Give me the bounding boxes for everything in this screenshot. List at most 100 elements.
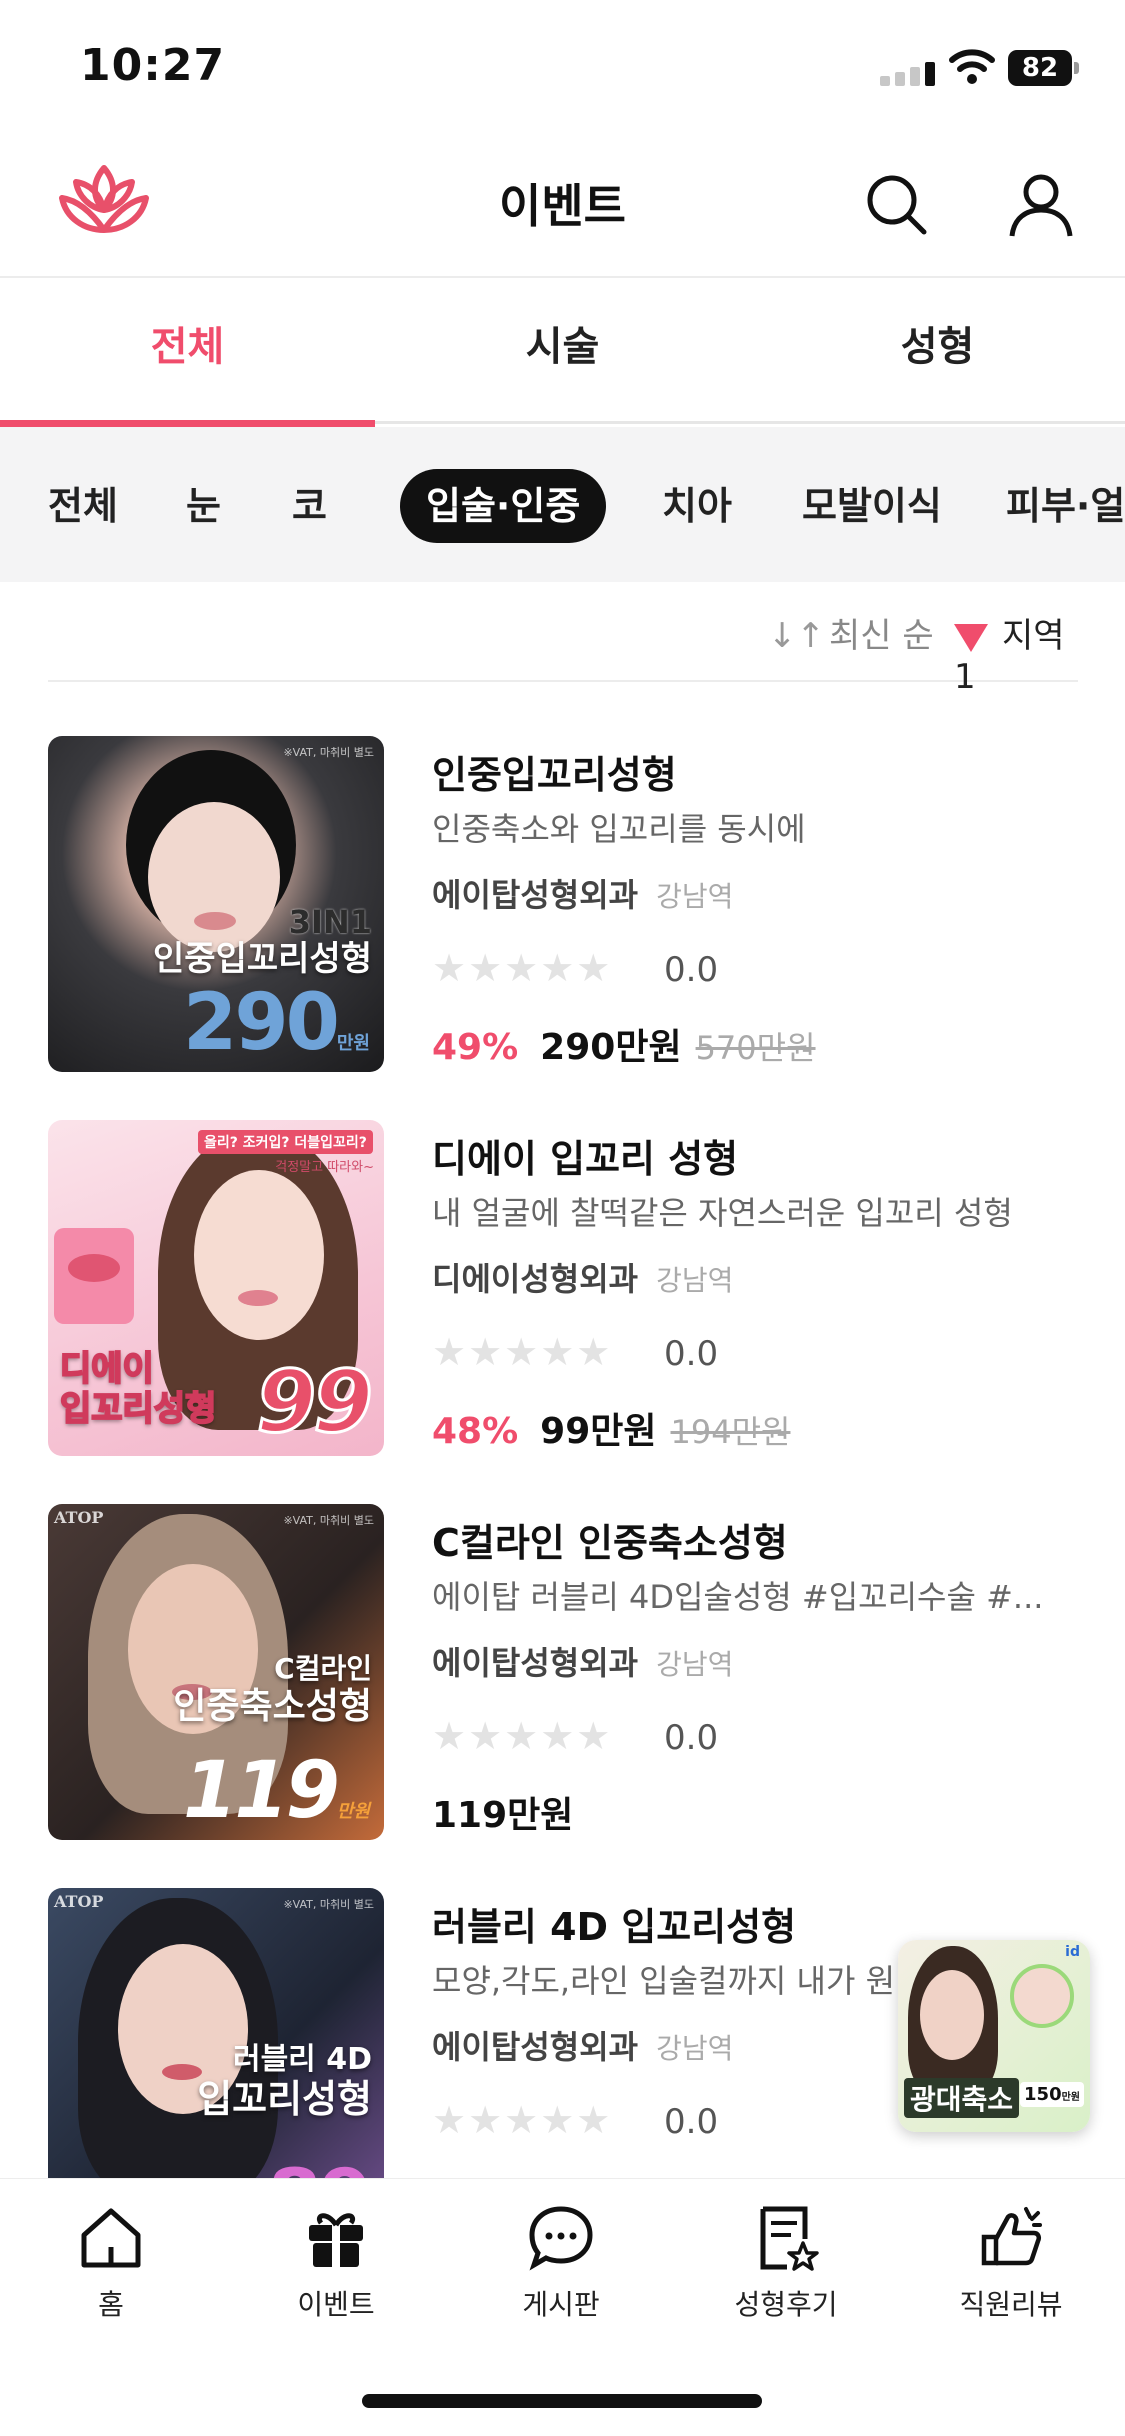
sort-latest-label: 최신 순 [828,616,934,656]
banner-caption: 광대축소 [904,2078,1020,2118]
star-rating-icon: ★★★★★ [432,1330,613,1374]
status-bar: 10:27 82 [0,0,1125,140]
nav-staff-review[interactable]: 직원리뷰 [921,2203,1101,2323]
category-chip-teeth[interactable]: 치아 [662,469,732,543]
sale-price: 99만원 [540,1411,657,1452]
tab-all[interactable]: 전체 [0,280,375,427]
clinic-name: 에이탑성형외과 강남역 [432,876,734,914]
filter-funnel-icon [954,623,988,652]
category-chip-all[interactable]: 전체 [48,469,118,543]
price-row: 49% 290만원 570만원 [432,1018,816,1070]
wifi-icon [949,49,995,84]
sale-price: 290만원 [540,1027,682,1068]
clinic-name: 에이탑성형외과 강남역 [432,1644,734,1682]
rating-value: 0.0 [664,1334,719,1374]
nav-home[interactable]: 홈 [21,2203,201,2323]
discount-rate: 49% [432,1027,519,1068]
chat-bubble-icon [529,2206,593,2271]
sale-price: 119만원 [432,1795,574,1836]
event-thumbnail: ※VAT, 마취비 별도 3IN1 인중입꼬리성형 290만원 [48,736,384,1072]
thumb-note: ※VAT, 마취비 별도 [283,746,374,759]
page-title: 이벤트 [499,179,626,233]
banner-price: 150만원 [1020,2082,1084,2107]
battery-icon: 82 [1008,50,1080,86]
profile-icon[interactable] [1006,170,1076,240]
gift-icon [309,2213,363,2267]
thumb-brand: ATOP [54,1892,104,1911]
thumbs-up-icon [981,2207,1042,2266]
category-filter-bar: 전체 눈 코 입술·인중 치아 모발이식 피부·얼굴 [0,427,1125,582]
rating-value: 0.0 [664,1718,719,1758]
home-icon [81,2208,141,2268]
tab-procedure[interactable]: 시술 [375,280,750,424]
thumb-question: 올리? 조커입? 더블입꼬리? [198,1130,373,1154]
nav-review[interactable]: 성형후기 [696,2203,876,2323]
thumb-sub: 걱정말고 따라와~ [275,1160,374,1175]
review-doc-icon [760,2206,819,2271]
station-label: 강남역 [656,880,734,913]
nav-board-label: 게시판 [522,2288,600,2321]
station-label: 강남역 [656,2032,734,2065]
sort-latest-button[interactable]: ↓↑ 최신 순 [768,608,934,657]
thumb-caption-line1: C컬라인 [274,1652,372,1685]
nav-board[interactable]: 게시판 [471,2203,651,2323]
event-item[interactable]: 올리? 조커입? 더블입꼬리? 걱정말고 따라와~ 디에이 입꼬리성형 99 디… [0,1084,1125,1468]
event-description: 인중축소와 입꼬리를 동시에 [432,810,806,848]
event-item[interactable]: ※VAT, 마취비 별도 3IN1 인중입꼬리성형 290만원 인중입꼬리성형 … [0,700,1125,1084]
original-price: 194만원 [670,1413,791,1451]
star-rating-icon: ★★★★★ [432,2098,613,2142]
star-rating-icon: ★★★★★ [432,946,613,990]
event-title: 러블리 4D 입꼬리성형 [432,1905,797,1949]
thumb-price: 119만원 [183,1746,370,1836]
event-description: 내 얼굴에 찰떡같은 자연스러운 입꼬리 성형 [432,1194,1013,1232]
thumb-note: ※VAT, 마취비 별도 [283,1898,374,1911]
rating-value: 0.0 [664,2102,719,2142]
category-chip-lips[interactable]: 입술·인중 [400,469,607,543]
nav-event[interactable]: 이벤트 [246,2203,426,2323]
station-label: 강남역 [656,1648,734,1681]
event-item[interactable]: ATOP ※VAT, 마취비 별도 C컬라인 인중축소성형 119만원 C컬라인… [0,1468,1125,1852]
price-row: 48% 99만원 194만원 [432,1402,790,1454]
banner-brand: id [1065,1944,1080,1960]
category-chip-eyes[interactable]: 눈 [186,469,221,543]
event-title: 인중입꼬리성형 [432,753,677,797]
status-time: 10:27 [80,40,226,91]
thumb-caption-line2: 입꼬리성형 [59,1389,217,1429]
category-chip-hair-transplant[interactable]: 모발이식 [802,469,942,543]
event-description: 에이탑 러블리 4D입술성형 #입꼬리수술 #... [432,1578,1044,1616]
floating-promo-banner[interactable]: id 광대축소 150만원 [898,1940,1090,2132]
search-icon[interactable] [862,170,932,240]
cellular-signal-icon [880,60,936,86]
thumb-caption-line2: 입꼬리성형 [197,2077,372,2121]
main-tabs: 전체 시술 성형 [0,280,1125,427]
sort-filter-row: ↓↑ 최신 순 지역1 [48,582,1078,697]
thumb-price: 290만원 [183,978,370,1068]
nav-event-label: 이벤트 [297,2288,375,2321]
event-title: 디에이 입꼬리 성형 [432,1137,739,1181]
home-indicator[interactable] [362,2394,762,2408]
region-filter-button[interactable]: 지역1 [954,608,1078,697]
rating-value: 0.0 [664,950,719,990]
thumb-caption-line1: 디에이 [59,1349,155,1389]
thumb-brand: ATOP [54,1508,104,1527]
app-header: 이벤트 [0,140,1125,278]
nav-review-label: 성형후기 [734,2288,838,2321]
thumb-price: 99 [255,1351,375,1454]
category-chip-nose[interactable]: 코 [292,469,327,543]
clinic-name: 디에이성형외과 강남역 [432,1260,734,1298]
event-description: 모양,각도,라인 입술컬까지 내가 원 [432,1962,896,2000]
battery-level: 82 [1008,50,1072,86]
tab-surgery[interactable]: 성형 [750,280,1125,424]
category-chip-skin-face[interactable]: 피부·얼굴 [1006,469,1125,543]
thumb-note: ※VAT, 마취비 별도 [283,1514,374,1527]
thumb-tag: 3IN1 [288,903,372,941]
event-thumbnail: 올리? 조커입? 더블입꼬리? 걱정말고 따라와~ 디에이 입꼬리성형 99 [48,1120,384,1456]
nav-home-label: 홈 [98,2288,124,2321]
nav-staff-review-label: 직원리뷰 [959,2288,1063,2321]
clinic-name: 에이탑성형외과 강남역 [432,2028,734,2066]
thumb-caption: 인중입꼬리성형 [153,939,372,979]
price-row: 119만원 [432,1786,587,1838]
event-title: C컬라인 인중축소성형 [432,1521,788,1565]
station-label: 강남역 [656,1264,734,1297]
thumb-caption-line2: 인중축소성형 [173,1686,372,1727]
